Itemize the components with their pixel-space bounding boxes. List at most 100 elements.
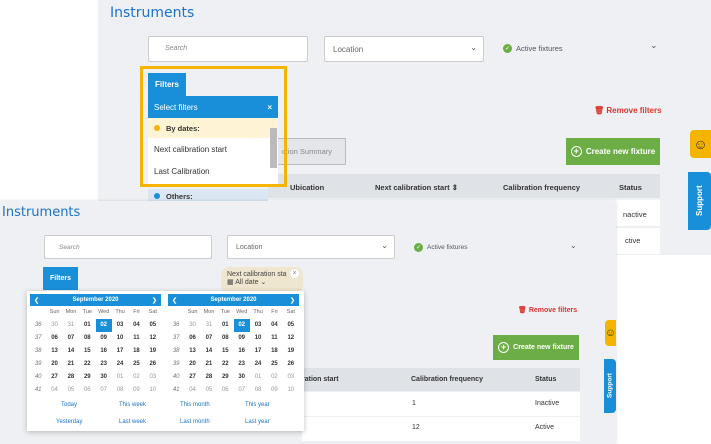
calendar-day[interactable]: 12 bbox=[283, 332, 299, 345]
back-remove-filters-link[interactable]: 🗑 Remove filters bbox=[594, 106, 662, 115]
calendar-day[interactable]: 02 bbox=[128, 371, 144, 384]
calendar-day[interactable]: 01 bbox=[112, 371, 128, 384]
calendar-day[interactable]: 17 bbox=[250, 345, 266, 358]
calendar-day[interactable]: 13 bbox=[184, 345, 200, 358]
calendar-day[interactable]: 04 bbox=[266, 319, 282, 332]
calendar-day[interactable]: 08 bbox=[79, 332, 95, 345]
front-col-next-calibration[interactable]: ration start bbox=[302, 376, 339, 383]
calendar-day[interactable]: 16 bbox=[96, 345, 112, 358]
calendar-day[interactable]: 28 bbox=[63, 371, 79, 384]
calendar-day[interactable]: 20 bbox=[184, 358, 200, 371]
back-support-tab[interactable]: Support bbox=[688, 172, 711, 230]
calendar-day[interactable]: 31 bbox=[63, 319, 79, 332]
calendar-day[interactable]: 08 bbox=[217, 332, 233, 345]
chevron-right-icon[interactable]: ❯ bbox=[290, 297, 295, 304]
calendar-day[interactable]: 03 bbox=[145, 371, 161, 384]
calendar-day[interactable]: 05 bbox=[145, 319, 161, 332]
quick-range-last-month[interactable]: Last month bbox=[180, 419, 210, 425]
quick-range-last-week[interactable]: Last week bbox=[119, 419, 146, 425]
calendar-day[interactable]: 30 bbox=[184, 319, 200, 332]
calendar-day[interactable]: 11 bbox=[266, 332, 282, 345]
calendar-day[interactable]: 06 bbox=[217, 384, 233, 397]
front-location-select[interactable]: Location ⌄ bbox=[227, 235, 395, 259]
back-location-select[interactable]: Location ⌄ bbox=[324, 36, 484, 62]
front-active-fixtures-toggle[interactable]: ✓ Active fixtures bbox=[414, 243, 467, 252]
calendar-day[interactable]: 23 bbox=[234, 358, 250, 371]
front-search-input[interactable]: Search bbox=[44, 235, 212, 259]
front-remove-filters-link[interactable]: 🗑 Remove filters bbox=[518, 306, 577, 314]
calendar-day[interactable]: 30 bbox=[96, 371, 112, 384]
calendar-day[interactable]: 08 bbox=[250, 384, 266, 397]
calendar-day[interactable]: 14 bbox=[63, 345, 79, 358]
calendar-day[interactable]: 09 bbox=[266, 384, 282, 397]
calendar-day[interactable]: 04 bbox=[128, 319, 144, 332]
calendar-day[interactable]: 06 bbox=[184, 332, 200, 345]
calendar-day[interactable]: 02 bbox=[233, 319, 250, 332]
calendar-day[interactable]: 03 bbox=[250, 319, 266, 332]
quick-range-today[interactable]: Today bbox=[61, 402, 77, 408]
quick-range-this-week[interactable]: This week bbox=[119, 402, 146, 408]
back-filters-tab[interactable]: Filters bbox=[148, 73, 186, 96]
calendar-day[interactable]: 10 bbox=[112, 332, 128, 345]
smiley-feedback-icon[interactable]: ☺ bbox=[690, 130, 711, 158]
calendar-day[interactable]: 19 bbox=[283, 345, 299, 358]
front-create-fixture-button[interactable]: + Create new fixture bbox=[493, 335, 579, 360]
calendar-day[interactable]: 18 bbox=[128, 345, 144, 358]
calendar-day[interactable]: 03 bbox=[112, 319, 128, 332]
quick-range-this-month[interactable]: This month bbox=[180, 402, 210, 408]
back-filter-option[interactable]: Next calibration start bbox=[148, 139, 278, 161]
calendar-day[interactable]: 07 bbox=[96, 384, 112, 397]
calendar-day[interactable]: 25 bbox=[266, 358, 282, 371]
calendar-day[interactable]: 02 bbox=[266, 371, 282, 384]
calendar-day[interactable]: 11 bbox=[128, 332, 144, 345]
calendar-day[interactable]: 15 bbox=[79, 345, 95, 358]
calendar-day[interactable]: 07 bbox=[63, 332, 79, 345]
chevron-down-icon[interactable]: ⌄ bbox=[650, 40, 658, 51]
calendar-day[interactable]: 06 bbox=[46, 332, 62, 345]
calendar-day[interactable]: 12 bbox=[145, 332, 161, 345]
calendar-day[interactable]: 07 bbox=[234, 384, 250, 397]
scrollbar[interactable] bbox=[270, 128, 277, 168]
calendar-day[interactable]: 01 bbox=[79, 319, 95, 332]
calendar-day[interactable]: 19 bbox=[145, 345, 161, 358]
calendar-day[interactable]: 02 bbox=[95, 319, 112, 332]
back-create-fixture-button[interactable]: + Create new fixture bbox=[566, 138, 660, 165]
calendar-day[interactable]: 06 bbox=[79, 384, 95, 397]
calendar-day[interactable]: 17 bbox=[112, 345, 128, 358]
chevron-down-icon[interactable]: ⌄ bbox=[570, 241, 577, 250]
calendar-day[interactable]: 21 bbox=[63, 358, 79, 371]
calendar-day[interactable]: 07 bbox=[201, 332, 217, 345]
back-search-input[interactable]: Search bbox=[148, 36, 308, 62]
back-col-next-calibration[interactable]: Next calibration start ⇕ bbox=[375, 183, 458, 192]
calendar-day[interactable]: 14 bbox=[201, 345, 217, 358]
calendar-day[interactable]: 04 bbox=[184, 384, 200, 397]
calendar-day[interactable]: 26 bbox=[283, 358, 299, 371]
quick-range-this-year[interactable]: This year bbox=[245, 402, 270, 408]
chevron-left-icon[interactable]: ❮ bbox=[172, 297, 177, 304]
calendar-day[interactable]: 27 bbox=[184, 371, 200, 384]
back-active-fixtures-toggle[interactable]: ✓ Active fixtures bbox=[503, 44, 563, 53]
calendar-day[interactable]: 09 bbox=[96, 332, 112, 345]
calendar-day[interactable]: 22 bbox=[217, 358, 233, 371]
calendar-day[interactable]: 16 bbox=[234, 345, 250, 358]
calendar-day[interactable]: 05 bbox=[283, 319, 299, 332]
calendar-day[interactable]: 15 bbox=[217, 345, 233, 358]
front-filters-tab[interactable]: Filters bbox=[43, 267, 78, 290]
calendar-day[interactable]: 10 bbox=[250, 332, 266, 345]
calendar-day[interactable]: 09 bbox=[128, 384, 144, 397]
calendar-day[interactable]: 08 bbox=[112, 384, 128, 397]
calendar-day[interactable]: 01 bbox=[250, 371, 266, 384]
calendar-day[interactable]: 04 bbox=[46, 384, 62, 397]
calendar-day[interactable]: 18 bbox=[266, 345, 282, 358]
calendar-day[interactable]: 05 bbox=[63, 384, 79, 397]
calendar-day[interactable]: 24 bbox=[250, 358, 266, 371]
quick-range-yesterday[interactable]: Yesterday bbox=[56, 419, 82, 425]
calendar-day[interactable]: 21 bbox=[201, 358, 217, 371]
calendar-day[interactable]: 01 bbox=[217, 319, 233, 332]
calendar-day[interactable]: 10 bbox=[283, 384, 299, 397]
calendar-day[interactable]: 25 bbox=[128, 358, 144, 371]
front-support-tab[interactable]: Support bbox=[604, 359, 616, 413]
front-filter-chip[interactable]: Next calibration sta ▦ All date ⌄ × bbox=[221, 267, 303, 293]
calendar-day[interactable]: 30 bbox=[234, 371, 250, 384]
calendar-day[interactable]: 29 bbox=[79, 371, 95, 384]
